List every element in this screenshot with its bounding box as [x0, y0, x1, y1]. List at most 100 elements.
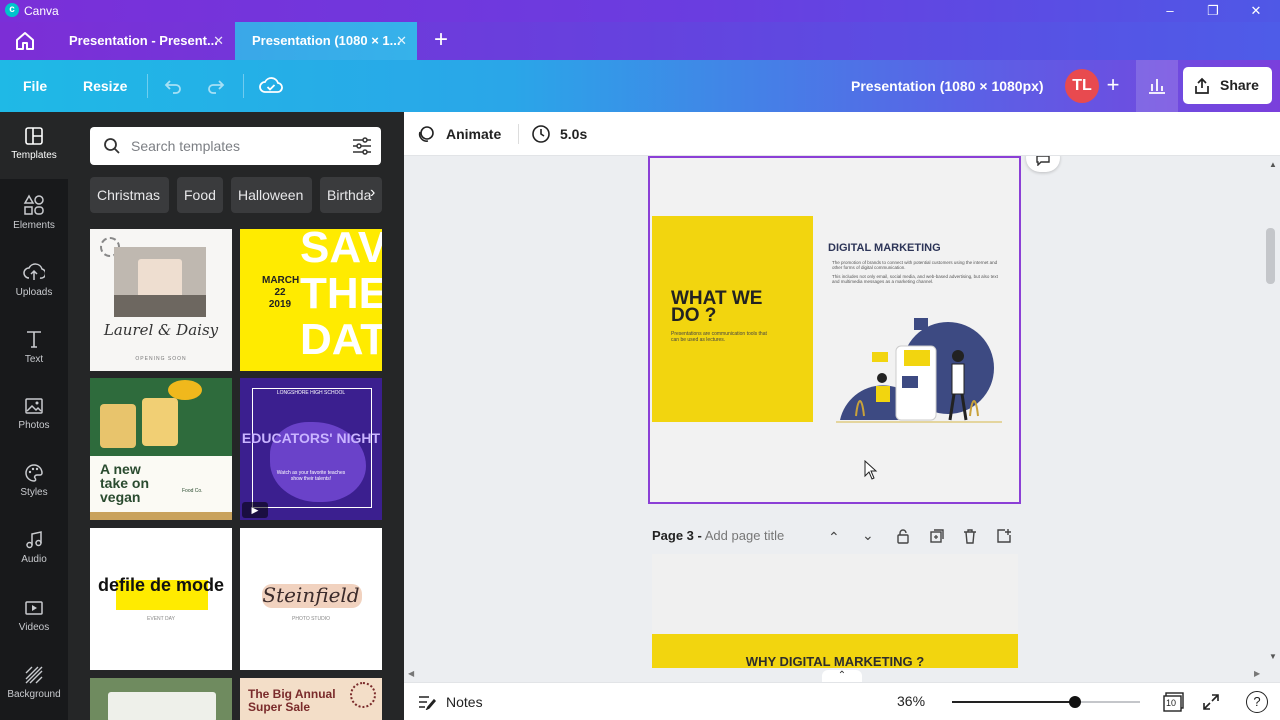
insights-button[interactable]: [1136, 60, 1178, 112]
tab-label: Presentation (1080 × 1...: [252, 33, 401, 48]
document-title[interactable]: Presentation (1080 × 1080px): [851, 60, 1044, 112]
bar-chart-icon: [1149, 79, 1165, 94]
animate-icon: [418, 126, 434, 142]
undo-icon[interactable]: [163, 76, 183, 101]
close-tab-icon[interactable]: ✕: [396, 22, 407, 60]
editor-toolbar: Animate 5.0s: [404, 112, 1280, 156]
rail-photos[interactable]: Photos: [0, 382, 68, 449]
cloud-saved-icon[interactable]: [259, 75, 283, 102]
template-defile-de-mode[interactable]: defile de mode EVENT DAY: [90, 528, 232, 670]
comment-bubble-icon[interactable]: [1026, 156, 1060, 172]
template-super-sale[interactable]: The Big Annual Super Sale: [240, 678, 382, 720]
left-rail: Templates Elements Uploads Text Photos S…: [0, 112, 68, 720]
search-input[interactable]: Search templates: [131, 138, 240, 154]
rail-background[interactable]: Background: [0, 651, 68, 718]
template-subtitle: OPENING SOON: [135, 356, 187, 362]
close-tab-icon[interactable]: ✕: [213, 22, 224, 60]
chip-christmas[interactable]: Christmas: [90, 177, 169, 213]
video-badge-icon: ▶: [242, 502, 268, 518]
page-3-label: Page 3 -: [652, 528, 702, 543]
templates-icon: [25, 127, 43, 145]
rail-templates[interactable]: Templates: [0, 112, 68, 179]
slide-right-title: DIGITAL MARKETING: [828, 242, 941, 254]
chevron-right-icon[interactable]: ›: [370, 184, 375, 202]
template-laurel-daisy[interactable]: Laurel & Daisy OPENING SOON: [90, 229, 232, 371]
chip-halloween[interactable]: Halloween: [231, 177, 312, 213]
styles-icon: [25, 464, 43, 482]
yellow-block: WHAT WE DO ? Presentations are communica…: [652, 216, 813, 422]
zoom-slider[interactable]: [952, 696, 1140, 708]
file-menu-button[interactable]: File: [23, 60, 47, 112]
duplicate-page-icon[interactable]: [929, 528, 945, 544]
zoom-slider-fill: [952, 701, 1075, 703]
scroll-up-icon[interactable]: ▲: [1269, 160, 1277, 169]
tab-bar: Presentation - Present... ✕ Presentation…: [0, 22, 1280, 60]
background-icon: [25, 666, 43, 684]
slide-page-3[interactable]: WHY DIGITAL MARKETING ?: [652, 554, 1018, 668]
template-title: The Big Annual Super Sale: [248, 687, 336, 714]
lock-icon[interactable]: [895, 528, 911, 544]
template-brand: Food Co.: [182, 488, 203, 494]
template-subtitle: Watch as your favorite teaches show thei…: [276, 470, 346, 482]
add-page-icon[interactable]: [996, 528, 1012, 544]
avatar[interactable]: TL: [1065, 69, 1099, 103]
minimize-icon[interactable]: –: [1160, 2, 1180, 20]
restore-icon[interactable]: ❐: [1203, 2, 1223, 20]
template-vegan[interactable]: A new take on vegan Food Co.: [90, 378, 232, 520]
photo-placeholder: [90, 378, 232, 456]
zoom-slider-thumb[interactable]: [1069, 696, 1081, 708]
scroll-down-icon[interactable]: ▼: [1269, 652, 1277, 661]
bottom-bar: Notes 36% 10 ?: [404, 682, 1280, 720]
rail-label: Background: [7, 689, 61, 700]
rail-text[interactable]: Text: [0, 314, 68, 381]
vertical-scrollbar-thumb[interactable]: [1266, 228, 1275, 284]
template-title: EDUCATORS' NIGHT: [241, 430, 381, 446]
rail-videos[interactable]: Videos: [0, 584, 68, 651]
page-title-input[interactable]: Add page title: [705, 528, 785, 543]
close-window-icon[interactable]: ✕: [1246, 2, 1266, 20]
resize-button[interactable]: Resize: [83, 60, 127, 112]
chip-food[interactable]: Food: [177, 177, 223, 213]
redo-icon[interactable]: [206, 76, 226, 101]
upload-icon: [23, 263, 45, 280]
move-page-up-icon[interactable]: ⌃: [828, 529, 840, 546]
audio-icon: [26, 531, 42, 549]
notes-button[interactable]: Notes: [418, 693, 508, 713]
delete-page-icon[interactable]: [962, 528, 978, 544]
slide-page-2[interactable]: WHAT WE DO ? Presentations are communica…: [648, 156, 1021, 504]
move-page-down-icon[interactable]: ⌄: [862, 527, 874, 544]
tab-presentation-1[interactable]: Presentation - Present... ✕: [54, 22, 234, 60]
clock-icon: [532, 125, 550, 143]
template-save-the-date[interactable]: MARCH 22 2019 SAVE THE DATE: [240, 229, 382, 371]
add-collaborator-icon[interactable]: +: [1100, 72, 1126, 98]
template-steinfield[interactable]: Steinfield PHOTO STUDIO: [240, 528, 382, 670]
template-partial-7[interactable]: [90, 678, 232, 720]
fullscreen-icon[interactable]: [1202, 693, 1220, 711]
template-title: defile de mode: [97, 575, 225, 595]
divider: [518, 124, 519, 144]
template-educators-night[interactable]: LONGSHORE HIGH SCHOOL EDUCATORS' NIGHT W…: [240, 378, 382, 520]
filter-icon[interactable]: [352, 137, 372, 155]
rail-styles[interactable]: Styles: [0, 449, 68, 516]
scroll-left-icon[interactable]: ◀: [408, 669, 414, 678]
rail-uploads[interactable]: Uploads: [0, 247, 68, 314]
rail-audio[interactable]: Audio: [0, 516, 68, 583]
tab-presentation-2[interactable]: Presentation (1080 × 1... ✕: [235, 22, 417, 60]
top-toolbar: File Resize Presentation (1080 × 1080px)…: [0, 60, 1280, 112]
page-count: 10: [1166, 698, 1177, 708]
slide-bullet-2: This includes not only email, social med…: [832, 274, 998, 284]
rail-label: Uploads: [15, 287, 53, 298]
scroll-right-icon[interactable]: ▶: [1254, 669, 1260, 678]
home-icon[interactable]: [14, 30, 38, 52]
share-button[interactable]: Share: [1183, 67, 1272, 104]
page-grid-button[interactable]: 10: [1163, 692, 1185, 712]
new-tab-icon[interactable]: +: [434, 28, 448, 52]
rail-label: Elements: [13, 220, 55, 231]
rail-elements[interactable]: Elements: [0, 180, 68, 247]
search-templates-field[interactable]: Search templates: [90, 127, 381, 165]
title-bar: c Canva – ❐ ✕: [0, 0, 1280, 22]
videos-icon: [25, 601, 43, 615]
notes-label: Notes: [446, 694, 483, 710]
zoom-percentage[interactable]: 36%: [897, 693, 925, 709]
help-icon[interactable]: ?: [1246, 691, 1268, 713]
